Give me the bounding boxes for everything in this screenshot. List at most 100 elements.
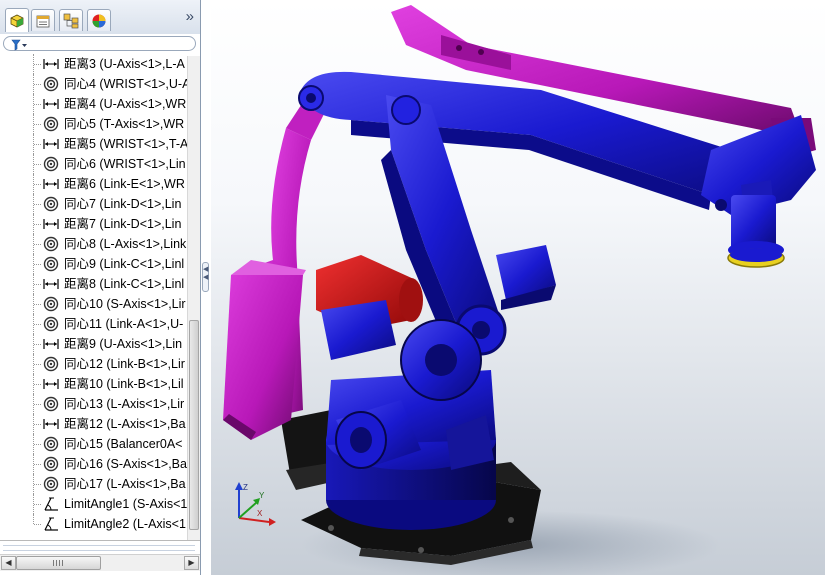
collapse-panel-icon[interactable]: ◀ ◀ <box>202 262 209 292</box>
rear-linkage[interactable] <box>223 90 329 440</box>
distance-mate-icon <box>43 139 59 149</box>
tree-item[interactable]: 距离9 (U-Axis<1>,Lin <box>0 334 187 354</box>
tree-item[interactable]: 同心7 (Link-D<1>,Lin <box>0 194 187 214</box>
concentric-mate-icon <box>43 76 59 92</box>
triad-y-label: Y <box>259 491 265 500</box>
display-manager-icon <box>92 14 106 27</box>
tree-horizontal-scroll-thumb[interactable] <box>16 556 101 570</box>
tree-item[interactable]: 距离6 (Link-E<1>,WR <box>0 174 187 194</box>
filter-icon[interactable] <box>11 39 29 51</box>
concentric-mate-icon <box>43 396 59 412</box>
palletizing-robot-model[interactable] <box>211 0 825 575</box>
panel-separator <box>0 540 200 555</box>
tree-item-label: 同心6 (WRIST<1>,Lin <box>64 157 186 171</box>
tree-item[interactable]: 同心8 (L-Axis<1>,Link <box>0 234 187 254</box>
tree-item[interactable]: 同心4 (WRIST<1>,U-A <box>0 74 187 94</box>
tree-item[interactable]: 距离12 (L-Axis<1>,Ba <box>0 414 187 434</box>
concentric-mate-icon <box>43 196 59 212</box>
tree-item[interactable]: 距离3 (U-Axis<1>,L-A <box>0 54 187 74</box>
tree-item-label: LimitAngle2 (L-Axis<1 <box>64 517 186 531</box>
manager-tab-bar: » <box>0 0 200 35</box>
distance-mate-icon <box>43 179 59 189</box>
distance-mate-icon <box>43 279 59 289</box>
triad-z-label: Z <box>243 483 248 492</box>
filter-field[interactable] <box>3 36 196 51</box>
tree-item-label: 同心9 (Link-C<1>,Linl <box>64 257 185 271</box>
tree-item[interactable]: 同心12 (Link-B<1>,Lir <box>0 354 187 374</box>
tree-item-label: 同心11 (Link-A<1>,U- <box>64 317 184 331</box>
tree-item[interactable]: 同心6 (WRIST<1>,Lin <box>0 154 187 174</box>
feature-manager-icon <box>10 14 24 27</box>
tree-item-label: 同心16 (S-Axis<1>,Ba <box>64 457 187 471</box>
property-manager-icon <box>36 15 50 27</box>
concentric-mate-icon <box>43 116 59 132</box>
tree-item-label: 距离8 (Link-C<1>,Linl <box>64 277 185 291</box>
tree-item-label: 同心7 (Link-D<1>,Lin <box>64 197 182 211</box>
tree-item[interactable]: 同心9 (Link-C<1>,Linl <box>0 254 187 274</box>
tree-item[interactable]: LimitAngle1 (S-Axis<1 <box>0 494 187 514</box>
distance-mate-icon <box>43 99 59 109</box>
distance-mate-icon <box>43 379 59 389</box>
tree-vertical-scroll-thumb[interactable] <box>189 320 199 530</box>
distance-mate-icon <box>43 59 59 69</box>
tree-item[interactable]: 距离4 (U-Axis<1>,WR <box>0 94 187 114</box>
tree-item[interactable]: 距离7 (Link-D<1>,Lin <box>0 214 187 234</box>
coordinate-triad: Z Y X <box>235 482 276 526</box>
tree-item-label: 同心15 (Balancer0A< <box>64 437 183 451</box>
tree-item-label: 距离5 (WRIST<1>,T-A <box>64 137 187 151</box>
mates-tree: 距离3 (U-Axis<1>,L-A 同心4 (WRIST<1>,U-A 距离4 (… <box>0 54 200 540</box>
tree-item-label: 距离12 (L-Axis<1>,Ba <box>64 417 186 431</box>
tree-item-label: 同心17 (L-Axis<1>,Ba <box>64 477 186 491</box>
concentric-mate-icon <box>43 456 59 472</box>
tree-item-label: 同心5 (T-Axis<1>,WR <box>64 117 185 131</box>
distance-mate-icon <box>43 219 59 229</box>
limit-angle-mate-icon <box>44 497 58 511</box>
wrist-unit[interactable] <box>701 115 816 268</box>
concentric-mate-icon <box>43 296 59 312</box>
tree-item-label: 距离3 (U-Axis<1>,L-A <box>64 57 185 71</box>
configuration-manager-icon <box>63 13 79 28</box>
display-manager-tab[interactable] <box>87 9 111 31</box>
tree-item[interactable]: 同心5 (T-Axis<1>,WR <box>0 114 187 134</box>
feature-manager-panel: » 距离3 (U-Axis<1>,L-A 同心4 (WRIST<1>,U-A 距离4… <box>0 0 201 575</box>
tree-item[interactable]: 同心13 (L-Axis<1>,Lir <box>0 394 187 414</box>
tree-item-label: 距离7 (Link-D<1>,Lin <box>64 217 182 231</box>
tree-item-label: 同心13 (L-Axis<1>,Lir <box>64 397 185 411</box>
feature-manager-tab[interactable] <box>5 8 29 32</box>
concentric-mate-icon <box>43 476 59 492</box>
panel-splitter[interactable]: ◀ ◀ <box>201 0 211 575</box>
graphics-area[interactable]: Z Y X <box>211 0 825 575</box>
tree-item[interactable]: 同心11 (Link-A<1>,U- <box>0 314 187 334</box>
tree-item[interactable]: 同心16 (S-Axis<1>,Ba <box>0 454 187 474</box>
tree-item[interactable]: 同心15 (Balancer0A< <box>0 434 187 454</box>
tree-item-label: 距离9 (U-Axis<1>,Lin <box>64 337 183 351</box>
tree-item-label: 同心10 (S-Axis<1>,Lir <box>64 297 186 311</box>
concentric-mate-icon <box>43 436 59 452</box>
scroll-left-arrow-icon[interactable]: ◀ <box>1 556 16 570</box>
limit-angle-mate-icon <box>44 517 58 531</box>
distance-mate-icon <box>43 339 59 349</box>
triad-x-label: X <box>257 509 263 518</box>
tree-item[interactable]: 距离5 (WRIST<1>,T-A <box>0 134 187 154</box>
tree-item[interactable]: 距离8 (Link-C<1>,Linl <box>0 274 187 294</box>
filter-bar <box>0 34 200 54</box>
concentric-mate-icon <box>43 156 59 172</box>
tree-item-label: 距离6 (Link-E<1>,WR <box>64 177 185 191</box>
tab-overflow-chevron-icon[interactable]: » <box>186 9 194 25</box>
tree-item-label: 同心4 (WRIST<1>,U-A <box>64 77 187 91</box>
scroll-right-arrow-icon[interactable]: ▶ <box>184 556 199 570</box>
tree-item[interactable]: 同心10 (S-Axis<1>,Lir <box>0 294 187 314</box>
tree-item[interactable]: 距离10 (Link-B<1>,Lil <box>0 374 187 394</box>
tree-item[interactable]: 同心17 (L-Axis<1>,Ba <box>0 474 187 494</box>
tree-item-label: 同心12 (Link-B<1>,Lir <box>64 357 185 371</box>
property-manager-tab[interactable] <box>31 9 55 31</box>
distance-mate-icon <box>43 419 59 429</box>
tree-vertical-scrollbar[interactable] <box>187 56 200 540</box>
configuration-manager-tab[interactable] <box>59 9 83 31</box>
concentric-mate-icon <box>43 236 59 252</box>
concentric-mate-icon <box>43 356 59 372</box>
tree-item-label: LimitAngle1 (S-Axis<1 <box>64 497 187 511</box>
tree-horizontal-scrollbar[interactable]: ◀ ▶ <box>0 554 200 571</box>
tree-item-label: 距离4 (U-Axis<1>,WR <box>64 97 187 111</box>
tree-item[interactable]: LimitAngle2 (L-Axis<1 <box>0 514 187 534</box>
